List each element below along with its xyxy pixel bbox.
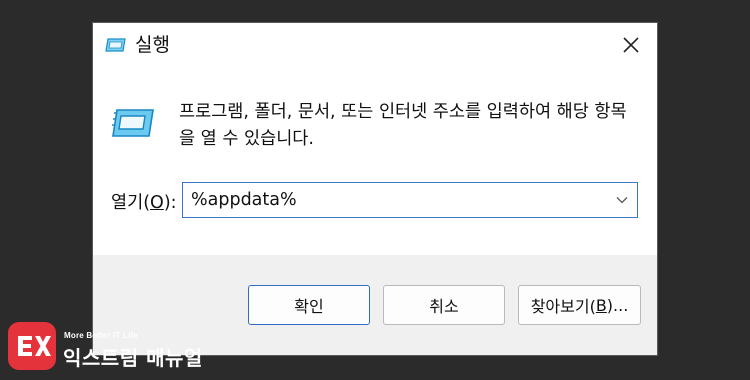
browse-button[interactable]: 찾아보기(B)...: [518, 285, 641, 325]
brand-logo: [8, 322, 56, 370]
run-dialog: 실행 프로그램, 폴더, 문서, 또는 인터넷 주소를 입력하여 해당 항목을 …: [92, 22, 658, 356]
brand-tagline: More Better IT Life: [64, 331, 139, 340]
dropdown-button[interactable]: [607, 183, 637, 217]
run-icon: [112, 109, 154, 137]
brand-watermark: More Better IT Life 익스트림 매뉴얼: [8, 322, 208, 372]
title-bar: 실행: [93, 23, 657, 67]
window-title: 실행: [135, 34, 170, 56]
close-button[interactable]: [611, 29, 651, 61]
open-combobox[interactable]: [182, 182, 638, 218]
dialog-description: 프로그램, 폴더, 문서, 또는 인터넷 주소를 입력하여 해당 항목을 열 수…: [179, 102, 627, 149]
chevron-down-icon: [616, 197, 628, 204]
run-icon: [105, 38, 126, 52]
close-icon: [623, 37, 639, 53]
brand-name: 익스트림 매뉴얼: [63, 346, 203, 370]
cancel-button[interactable]: 취소: [383, 285, 505, 325]
open-label: 열기(O):: [111, 193, 177, 213]
open-input[interactable]: [183, 183, 607, 217]
ok-button[interactable]: 확인: [248, 285, 370, 325]
